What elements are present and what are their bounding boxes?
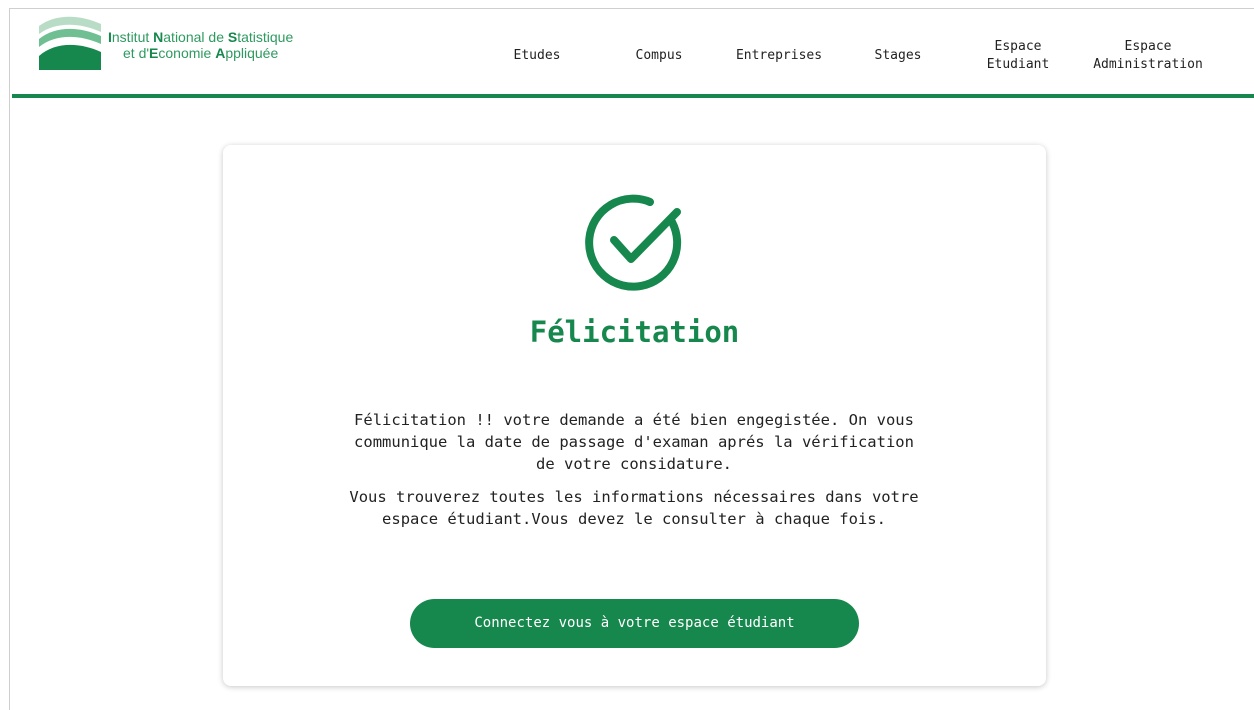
header-divider xyxy=(12,94,1254,98)
nav-link-espace-etudiant[interactable]: Espace Etudiant xyxy=(976,38,1060,74)
logo-text-part: ppliquée xyxy=(225,45,279,61)
nav-link-entreprises[interactable]: Entreprises xyxy=(726,47,832,65)
institute-name[interactable]: Institut National de Statistique et d'Ec… xyxy=(108,29,293,61)
logo-text-part: conomie xyxy=(158,45,216,61)
info-message: Vous trouverez toutes les informations n… xyxy=(349,488,919,528)
institute-name-line2: et d'Economie Appliquée xyxy=(108,45,293,61)
logo-text-part: tatistique xyxy=(237,29,294,45)
logo-text-part: et d' xyxy=(123,45,150,61)
nav-link-espace-administration[interactable]: Espace Administration xyxy=(1082,38,1214,74)
nav-link-compus[interactable]: Compus xyxy=(625,47,693,65)
insea-logo-icon[interactable] xyxy=(39,16,101,70)
page-frame-left xyxy=(9,8,10,710)
logo-letter: N xyxy=(153,29,164,45)
logo-letter: S xyxy=(227,29,238,45)
nav-label-line: Administration xyxy=(1093,57,1203,72)
nav-label-line: Etudiant xyxy=(986,57,1050,72)
logo-letter: A xyxy=(215,45,226,61)
logo-letter: E xyxy=(149,45,159,61)
check-circle-icon xyxy=(585,194,682,291)
login-student-space-button[interactable]: Connectez vous à votre espace étudiant xyxy=(410,599,859,648)
confirmation-title: Félicitation xyxy=(529,315,740,349)
nav-label-line: Espace xyxy=(994,39,1042,54)
nav-link-stages[interactable]: Stages xyxy=(866,47,930,65)
confirmation-message: Félicitation !! votre demande a été bien… xyxy=(354,411,914,473)
nav-link-etudes[interactable]: Etudes xyxy=(501,47,573,65)
logo-text-part: ational de xyxy=(163,29,228,45)
logo-text-part: nstitut xyxy=(111,29,154,45)
institute-name-line1: Institut National de Statistique xyxy=(108,29,293,45)
nav-label-line: Espace xyxy=(1124,39,1172,54)
